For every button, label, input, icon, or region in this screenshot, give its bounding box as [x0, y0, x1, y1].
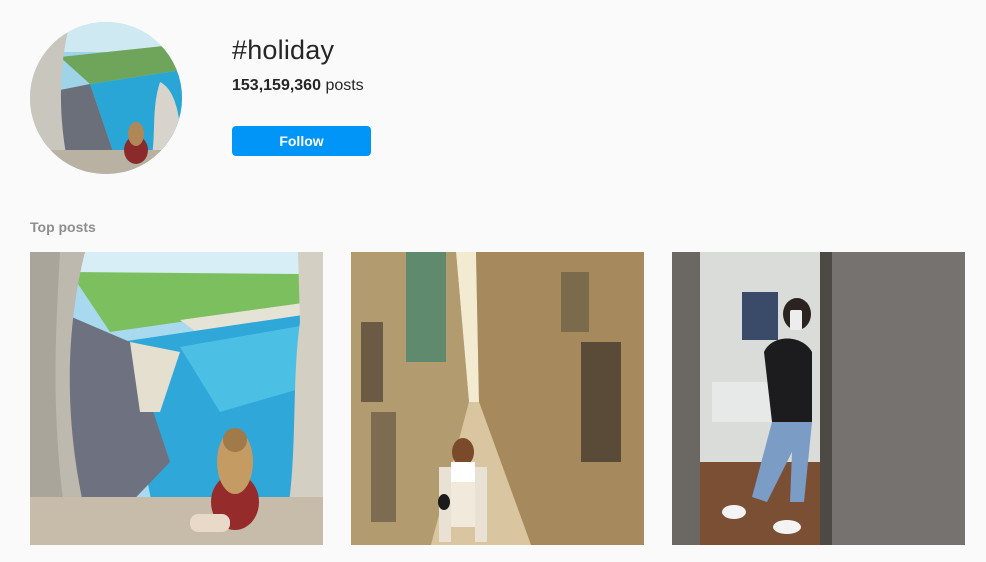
- hashtag-title: #holiday: [232, 35, 335, 65]
- top-post-2[interactable]: [351, 252, 644, 545]
- top-post-3[interactable]: [672, 252, 965, 545]
- post-count: 153,159,360 posts: [232, 77, 364, 95]
- hashtag-avatar: [30, 22, 182, 174]
- follow-button[interactable]: Follow: [232, 126, 371, 156]
- avatar-image: [30, 22, 182, 174]
- post-count-number: 153,159,360: [232, 77, 321, 94]
- cliff-cave-beach-photo: [30, 252, 323, 545]
- top-posts-heading: Top posts: [30, 219, 96, 235]
- post-count-suffix: posts: [325, 77, 364, 94]
- mirror-selfie-photo: [672, 252, 965, 545]
- narrow-street-woman-photo: [351, 252, 644, 545]
- top-post-1[interactable]: [30, 252, 323, 545]
- hashtag-page: #holiday 153,159,360 posts Follow Top po…: [0, 0, 986, 562]
